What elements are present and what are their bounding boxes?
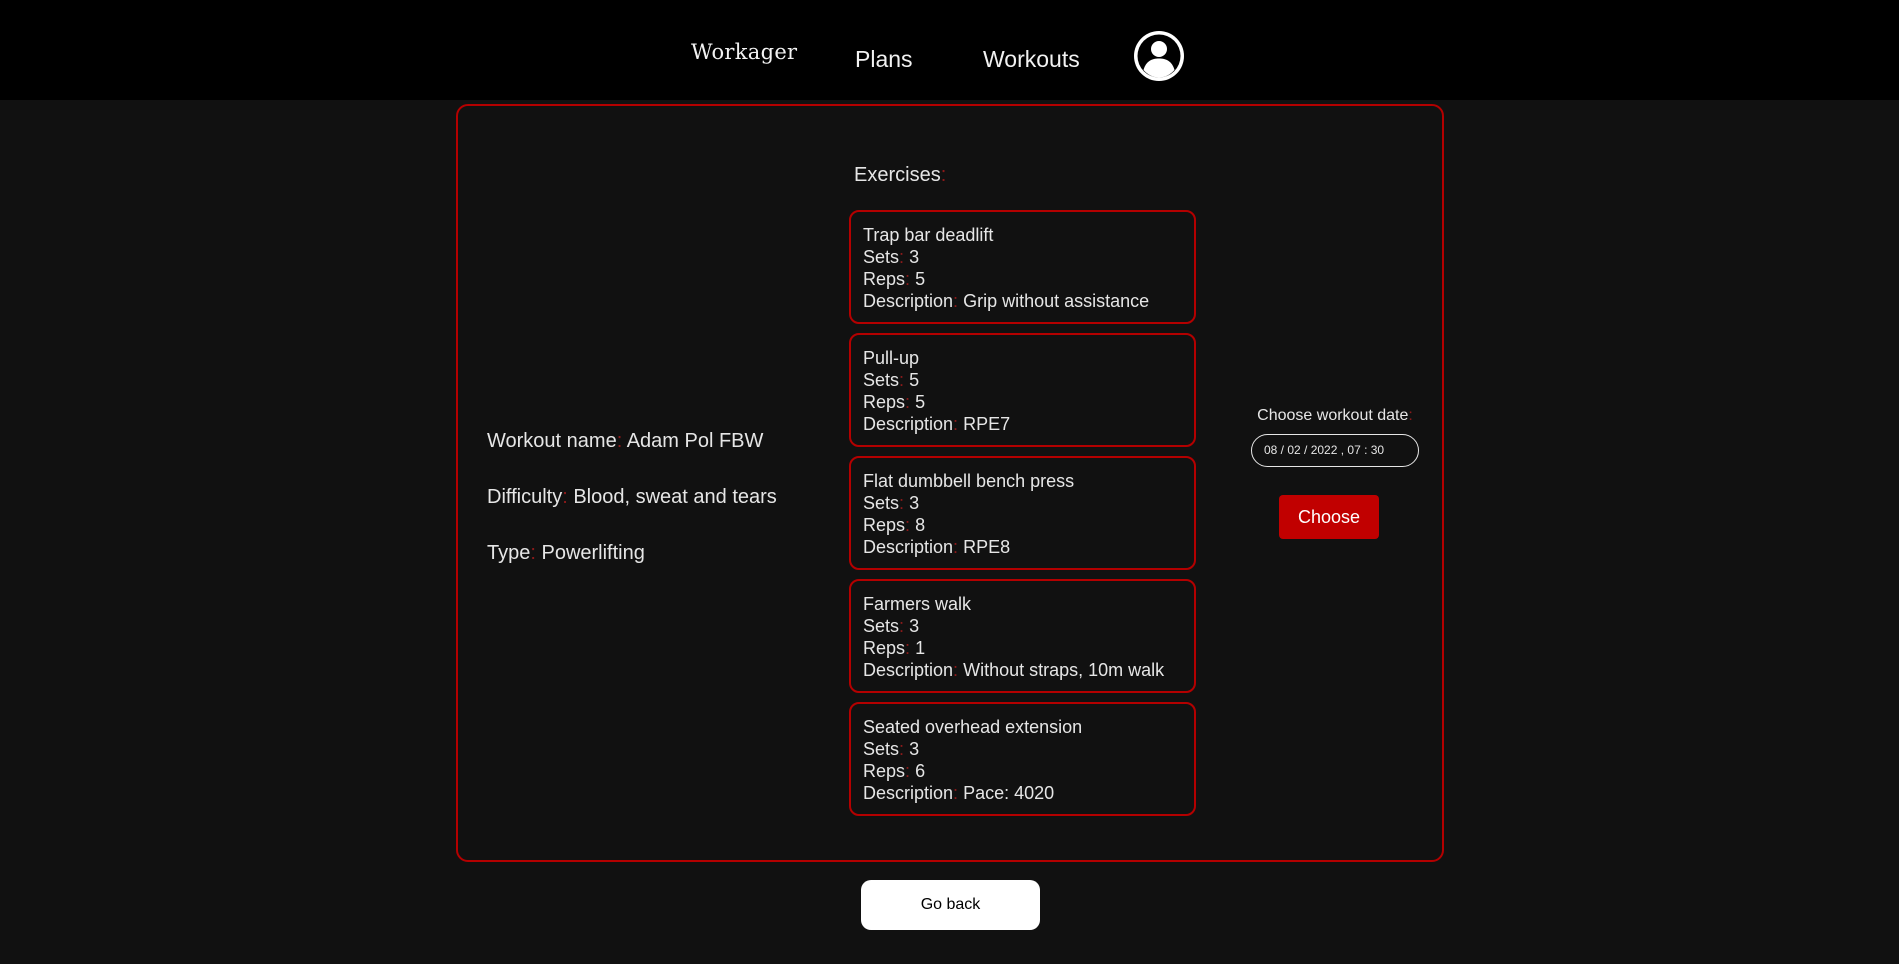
nav-plans-link[interactable]: Plans <box>855 46 913 73</box>
exercise-description: Description: Pace: 4020 <box>863 783 1055 803</box>
workout-type-label: Type <box>487 542 531 564</box>
workout-date-input[interactable]: 08 / 02 / 2022 , 07 : 30 <box>1251 434 1419 467</box>
exercise-list: Trap bar deadlift Sets: 3 Reps: 5 Descri… <box>849 210 1196 825</box>
exercise-reps: Reps: 1 <box>863 638 926 658</box>
logo[interactable]: Workager <box>691 40 797 64</box>
exercise-sets: Sets: 3 <box>863 739 920 759</box>
exercise-description: Description: RPE7 <box>863 414 1011 434</box>
exercise-reps: Reps: 5 <box>863 269 926 289</box>
exercise-card: Pull-up Sets: 5 Reps: 5 Description: RPE… <box>849 333 1196 447</box>
exercise-name: Trap bar deadlift <box>863 225 994 245</box>
exercise-description: Description: RPE8 <box>863 537 1011 557</box>
exercise-reps: Reps: 5 <box>863 392 926 412</box>
workout-name-row: Workout name: Adam Pol FBW <box>487 430 764 452</box>
exercise-name: Farmers walk <box>863 594 972 614</box>
nav-workouts-link[interactable]: Workouts <box>983 46 1080 73</box>
exercise-sets: Sets: 3 <box>863 616 920 636</box>
choose-button[interactable]: Choose <box>1279 495 1379 539</box>
date-picker-panel: Choose workout date: 08 / 02 / 2022 , 07… <box>1240 407 1430 539</box>
exercise-reps: Reps: 6 <box>863 761 926 781</box>
workout-difficulty-value: Blood, sweat and tears <box>573 486 777 508</box>
user-circle-icon[interactable] <box>1133 30 1185 82</box>
exercise-sets: Sets: 3 <box>863 493 920 513</box>
workout-type-row: Type: Powerlifting <box>487 542 645 564</box>
exercise-sets: Sets: 5 <box>863 370 920 390</box>
exercise-card: Seated overhead extension Sets: 3 Reps: … <box>849 702 1196 816</box>
exercise-name: Flat dumbbell bench press <box>863 471 1075 491</box>
workout-type-value: Powerlifting <box>541 542 645 564</box>
logo-text: Workager <box>691 40 798 64</box>
exercise-sets: Sets: 3 <box>863 247 920 267</box>
date-picker-label: Choose workout date: <box>1257 407 1413 424</box>
exercise-card: Trap bar deadlift Sets: 3 Reps: 5 Descri… <box>849 210 1196 324</box>
exercises-heading: Exercises: <box>854 164 947 186</box>
exercise-description: Description: Without straps, 10m walk <box>863 660 1165 680</box>
exercise-description: Description: Grip without assistance <box>863 291 1150 311</box>
workout-difficulty-label: Difficulty <box>487 486 563 508</box>
exercise-card: Flat dumbbell bench press Sets: 3 Reps: … <box>849 456 1196 570</box>
workout-name-value: Adam Pol FBW <box>626 430 764 452</box>
exercise-name: Pull-up <box>863 348 920 368</box>
top-nav-bar: Workager Plans Workouts <box>0 0 1899 100</box>
exercise-reps: Reps: 8 <box>863 515 926 535</box>
workout-difficulty-row: Difficulty: Blood, sweat and tears <box>487 486 777 508</box>
exercise-card: Farmers walk Sets: 3 Reps: 1 Description… <box>849 579 1196 693</box>
workout-name-label: Workout name <box>487 430 617 452</box>
go-back-button[interactable]: Go back <box>861 880 1040 930</box>
exercises-heading-text: Exercises <box>854 164 941 186</box>
exercise-name: Seated overhead extension <box>863 717 1083 737</box>
